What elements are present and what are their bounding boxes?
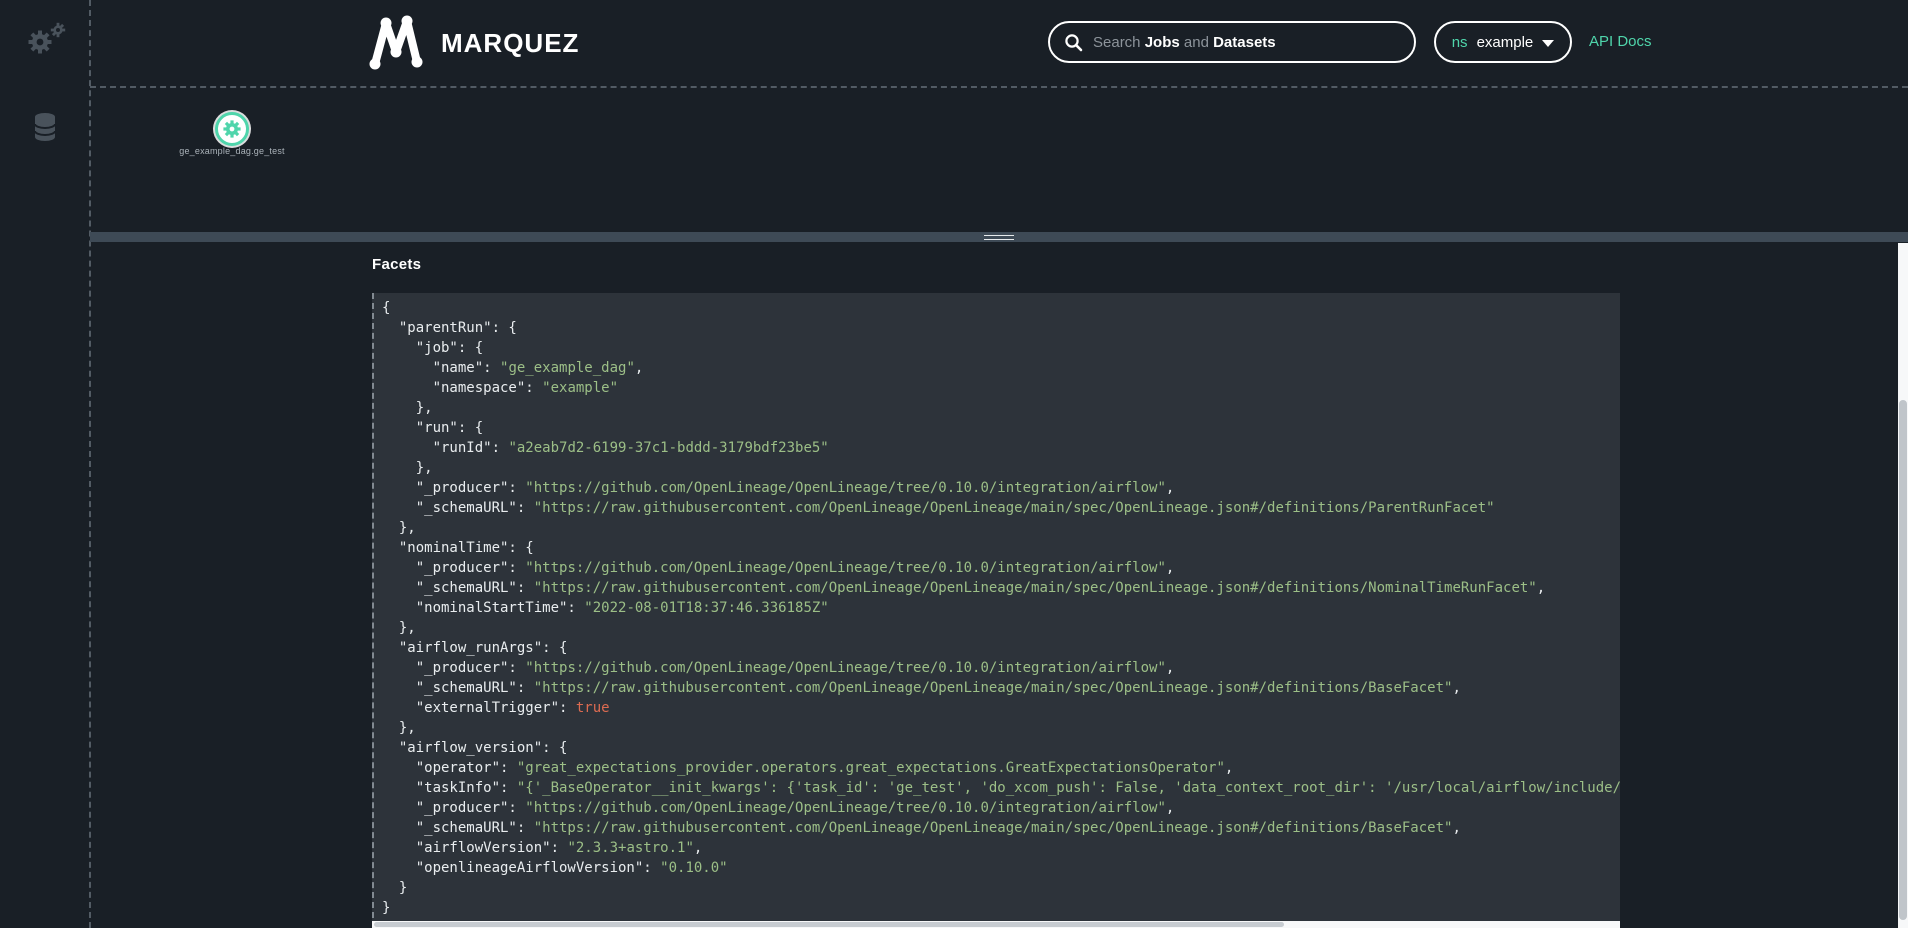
code-line: "namespace": "example" [382, 378, 1620, 398]
code-line: "_producer": "https://github.com/OpenLin… [382, 798, 1620, 818]
chevron-down-icon [1542, 40, 1554, 47]
divider-grip-line [984, 239, 1014, 241]
code-line: } [382, 898, 1620, 918]
code-line: "taskInfo": "{'_BaseOperator__init_kwarg… [382, 778, 1620, 798]
header-dashed-divider [90, 86, 1908, 88]
code-line: "airflow_runArgs": { [382, 638, 1620, 658]
namespace-prefix: ns [1452, 34, 1468, 51]
job-node-label: ge_example_dag.ge_test [132, 146, 332, 156]
code-line: }, [382, 618, 1620, 638]
code-line: }, [382, 718, 1620, 738]
code-line: }, [382, 398, 1620, 418]
api-docs-link[interactable]: API Docs [1589, 33, 1652, 50]
namespace-select[interactable]: ns example [1434, 21, 1572, 63]
code-line: "_schemaURL": "https://raw.githubusercon… [382, 498, 1620, 518]
code-line: "job": { [382, 338, 1620, 358]
code-line: "airflowVersion": "2.3.3+astro.1", [382, 838, 1620, 858]
code-line: } [382, 878, 1620, 898]
facets-code: { "parentRun": { "job": { "name": "ge_ex… [372, 293, 1620, 928]
code-line: "_producer": "https://github.com/OpenLin… [382, 658, 1620, 678]
marquez-logo-icon [365, 12, 427, 74]
code-line: "externalTrigger": true [382, 698, 1620, 718]
vertical-scrollbar-track[interactable] [1898, 243, 1908, 928]
search-input[interactable]: Search Jobs and Datasets [1048, 21, 1416, 63]
code-line: }, [382, 458, 1620, 478]
horizontal-scrollbar-track[interactable] [372, 921, 1620, 928]
code-line: "_schemaURL": "https://raw.githubusercon… [382, 818, 1620, 838]
logo: MARQUEZ [365, 12, 579, 74]
code-line: "_producer": "https://github.com/OpenLin… [382, 558, 1620, 578]
marquez-app: MARQUEZ Search Jobs and Datasets ns exam… [0, 0, 1908, 928]
divider-grip-line [984, 235, 1014, 237]
code-line: "name": "ge_example_dag", [382, 358, 1620, 378]
search-icon [1064, 33, 1083, 52]
code-line: }, [382, 518, 1620, 538]
database-icon[interactable] [33, 112, 57, 142]
code-line: "runId": "a2eab7d2-6199-37c1-bddd-3179bd… [382, 438, 1620, 458]
search-placeholder: Search Jobs and Datasets [1093, 34, 1276, 51]
code-line: "parentRun": { [382, 318, 1620, 338]
facets-title: Facets [372, 256, 421, 273]
code-line: "airflow_version": { [382, 738, 1620, 758]
code-line: "_schemaURL": "https://raw.githubusercon… [382, 578, 1620, 598]
vertical-scrollbar-thumb[interactable] [1899, 400, 1907, 920]
code-line: "nominalStartTime": "2022-08-01T18:37:46… [382, 598, 1620, 618]
code-line: "nominalTime": { [382, 538, 1620, 558]
panel-resize-divider[interactable] [90, 232, 1908, 242]
code-line: { [382, 298, 1620, 318]
gears-icon[interactable] [26, 20, 66, 60]
code-line: "run": { [382, 418, 1620, 438]
namespace-value: example [1477, 34, 1534, 51]
gear-icon [223, 120, 241, 138]
horizontal-scrollbar-thumb[interactable] [374, 922, 1284, 927]
job-node[interactable] [215, 112, 249, 146]
code-line: "_schemaURL": "https://raw.githubusercon… [382, 678, 1620, 698]
code-line: "operator": "great_expectations_provider… [382, 758, 1620, 778]
brand-title: MARQUEZ [441, 28, 579, 59]
sidebar-dashed-divider [89, 0, 91, 928]
code-line: "_producer": "https://github.com/OpenLin… [382, 478, 1620, 498]
code-line: "openlineageAirflowVersion": "0.10.0" [382, 858, 1620, 878]
sidebar [0, 0, 89, 928]
